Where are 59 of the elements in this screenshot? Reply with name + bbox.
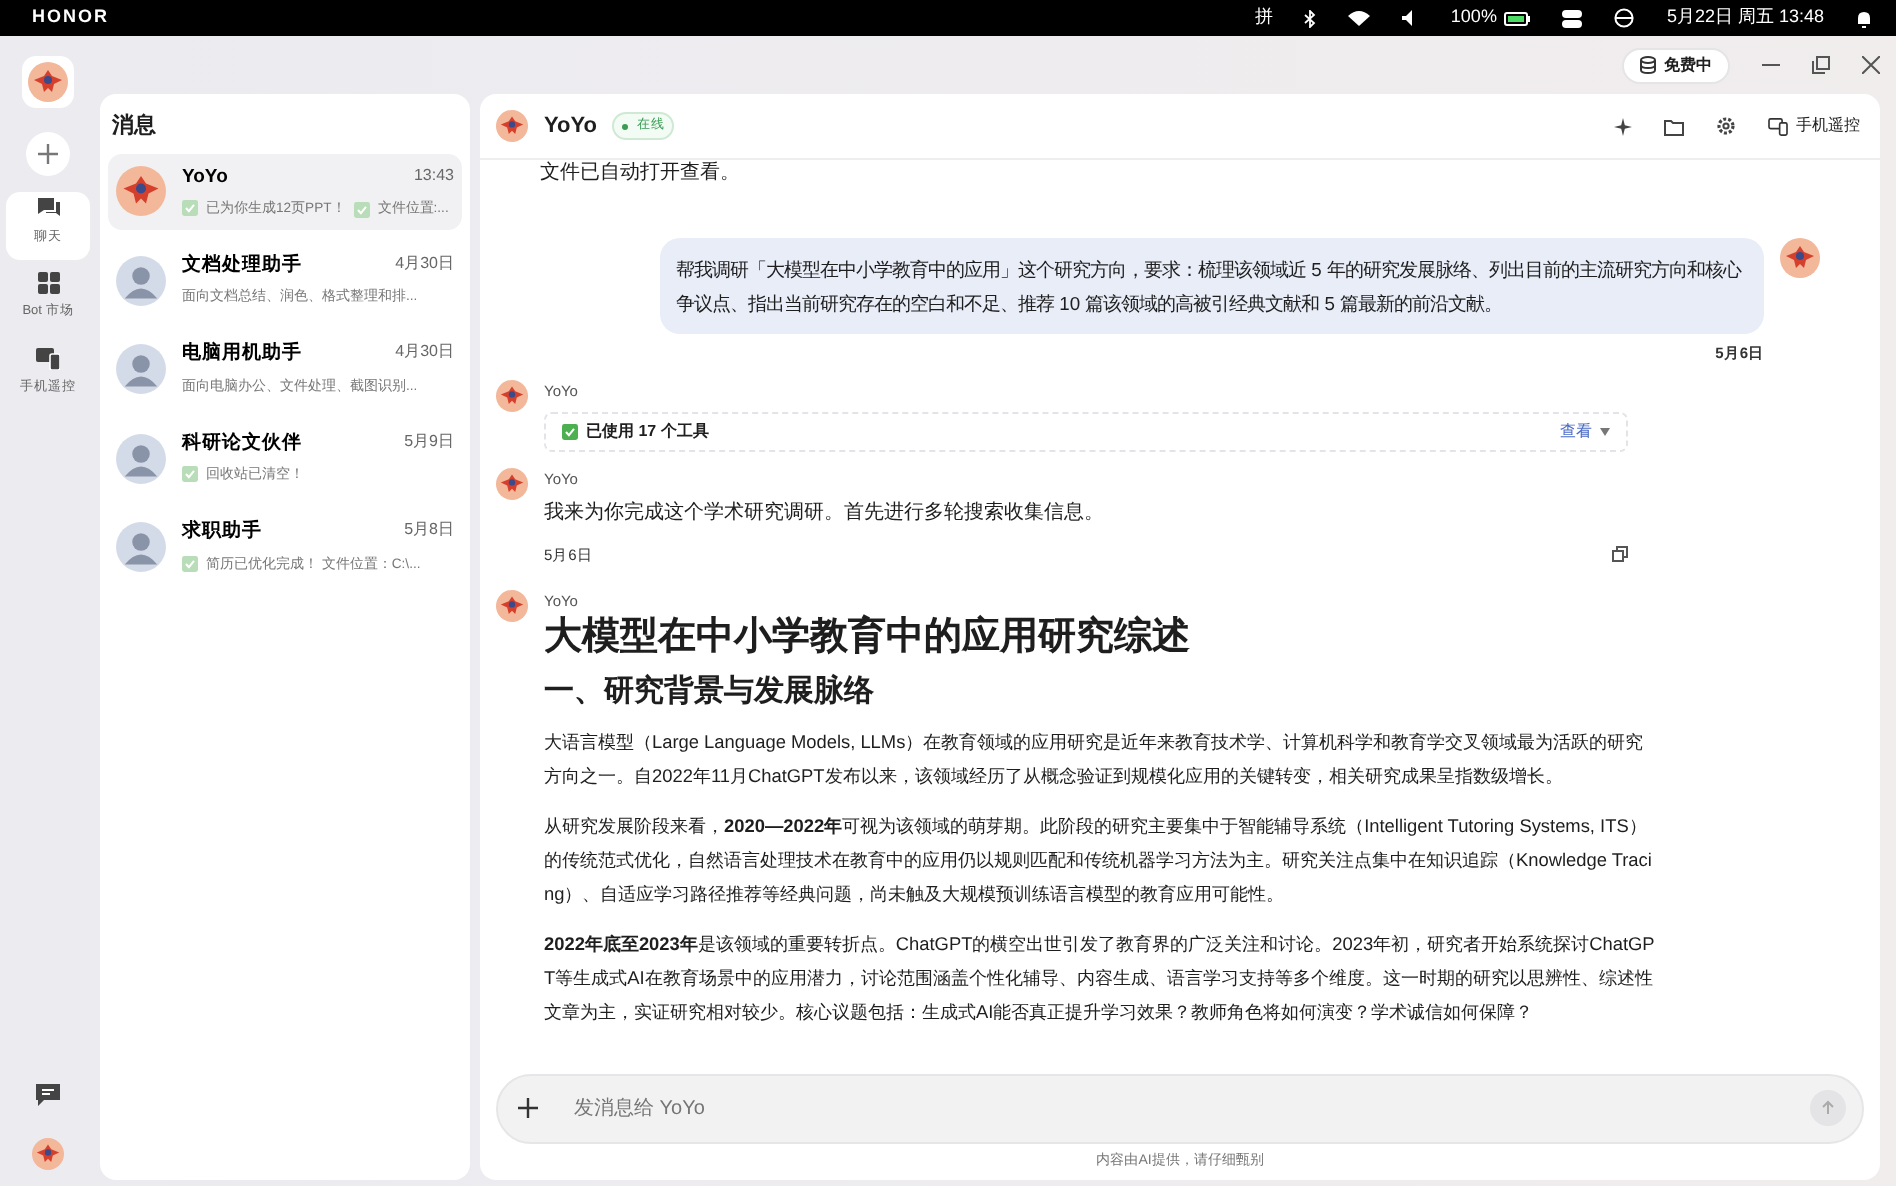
paragraph: 大语言模型（Large Language Models, LLMs）在教育领域的应用研究是近年来教育技术学、计算机科学和教育学交叉领域最为活跃的研究方向之一。自2022年11月ChatGPT发布以来，该领域经历了从概念验证到规模化应用的关键转变，相关研究成果呈指数级增长。 xyxy=(544,730,1646,791)
paragraph: 2022年底至2023年是该领域的重要转折点。ChatGPT的横空出世引发了教育界的广泛关注和讨论。2023年初，研究者开始系统探讨ChatGPT等生成式AI在教育场景中的应用潜力，讨论范围涵盖个性化辅导、内容生成、语言学习支持等多个维度。这一时期的研究以思辨性、综述性文章为主，实证研究相对较少。核心议题包括：生成式AI能否真正提升学习效果？教师角色将如何演变？学术诚信如何保障？ xyxy=(544,932,1656,1027)
feedback-icon[interactable] xyxy=(36,1082,60,1106)
free-badge[interactable]: 免费中 xyxy=(1622,47,1730,83)
mascot-avatar xyxy=(496,110,528,142)
remote-control-button[interactable]: 手机遥控 xyxy=(1768,114,1860,138)
add-button[interactable] xyxy=(26,132,70,176)
arrow-up-icon xyxy=(1820,1100,1836,1116)
document-title: 大模型在中小学教育中的应用研究综述 xyxy=(544,612,1192,663)
section-heading: 一、研究背景与发展脉络 xyxy=(544,672,876,713)
check-icon xyxy=(182,199,198,216)
plus-icon xyxy=(38,144,58,164)
mascot-avatar xyxy=(496,590,528,622)
caret-icon xyxy=(1600,427,1610,435)
chat-title: YoYo xyxy=(544,111,597,142)
input-method-indicator: 拼 xyxy=(1254,4,1273,31)
mascot-avatar xyxy=(116,166,166,217)
settings-icon[interactable] xyxy=(1716,116,1736,136)
mascot-icon xyxy=(28,62,68,102)
grid-icon xyxy=(37,272,59,294)
bell-icon xyxy=(1856,9,1872,27)
panel-title: 消息 xyxy=(110,111,158,142)
person-avatar xyxy=(116,255,166,306)
check-icon xyxy=(182,555,198,572)
user-avatar xyxy=(1780,238,1820,278)
wifi-icon xyxy=(1348,10,1371,26)
person-avatar xyxy=(116,521,166,572)
message-composer[interactable]: 发消息给 YoYo xyxy=(496,1073,1864,1143)
check-icon xyxy=(182,466,198,483)
message-input[interactable]: 发消息给 YoYo xyxy=(570,1091,1794,1125)
close-icon[interactable] xyxy=(1862,56,1880,74)
person-avatar xyxy=(116,433,166,484)
person-avatar xyxy=(116,344,166,395)
message-text: 文件已自动打开查看。 xyxy=(540,162,742,186)
user-message: 帮我调研「大模型在中小学教育中的应用」这个研究方向，要求：梳理该领域近 5 年的研究发展脉络、列出目前的主流研究方向和核心争议点、指出当前研究存在的空白和不足、推荐 10 篇该领域的高被引经典文献和 5 篇最新的前沿文献。 xyxy=(660,238,1764,334)
battery-icon xyxy=(1504,11,1531,25)
toggle-icon xyxy=(1562,9,1583,27)
copy-icon[interactable] xyxy=(1612,546,1628,563)
sparkle-icon[interactable] xyxy=(1614,117,1632,135)
battery-percentage: 100% xyxy=(1450,4,1497,31)
add-icon[interactable] xyxy=(518,1098,538,1118)
view-button[interactable]: 查看 xyxy=(1560,419,1610,443)
user-avatar xyxy=(32,1138,64,1170)
brand-logo: HONOR xyxy=(32,4,109,31)
mascot-avatar xyxy=(496,467,528,499)
check-icon xyxy=(562,423,578,439)
tool-usage-text: 已使用 17 个工具 xyxy=(586,419,709,443)
assistant-message: 我来为你完成这个学术研究调研。首先进行多轮搜索收集信息。 xyxy=(544,499,1106,528)
devices-icon xyxy=(1768,117,1788,135)
folder-icon[interactable] xyxy=(1664,117,1684,135)
bluetooth-icon xyxy=(1304,9,1317,27)
mascot-avatar xyxy=(496,380,528,413)
app-logo[interactable] xyxy=(22,56,74,108)
paragraph: 从研究发展阶段来看，2020—2022年可视为该领域的萌芽期。此阶段的研究主要集中于智能辅导系统（Intelligent Tutoring Systems, ITS）的传统范式优化，自然语言处理技术在教育中的应用仍以规则匹配和传统机器学习方法为主。研究关注点集中在知识追踪（Knowledge Tracing）、自适应学习路径推荐等经典问题，尚未触及大规模预训练语言模型的教育应用可能性。 xyxy=(544,814,1654,909)
chat-icon xyxy=(35,196,61,220)
devices-icon xyxy=(36,348,60,370)
maximize-icon[interactable] xyxy=(1812,56,1830,74)
check-icon xyxy=(353,201,370,218)
date-time: 5月22日 周五 13:48 xyxy=(1666,4,1824,31)
